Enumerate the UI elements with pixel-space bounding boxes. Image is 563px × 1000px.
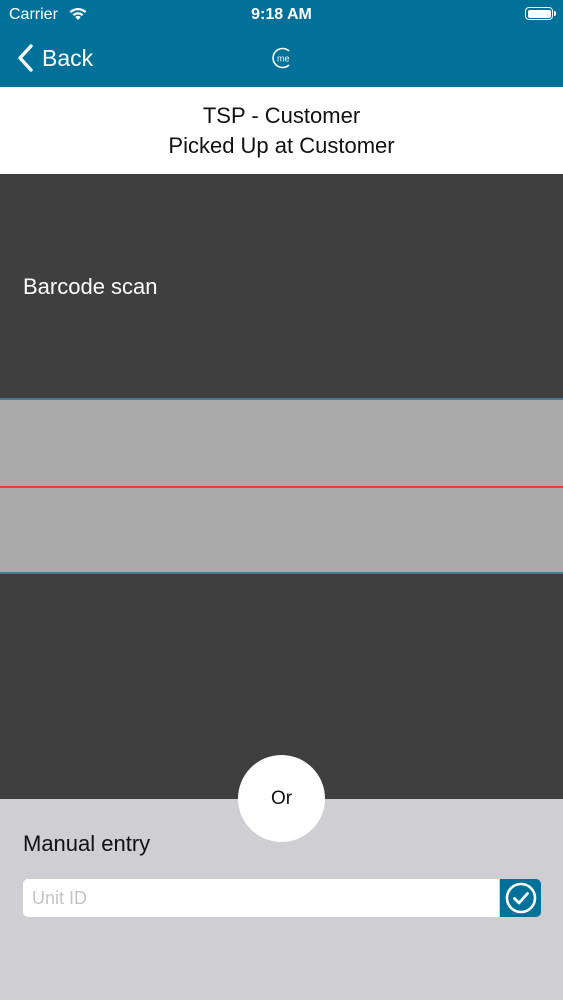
barcode-scanner-view[interactable]: Barcode scan: [0, 174, 563, 799]
or-divider: Or: [238, 755, 325, 842]
navigation-bar: Back me: [0, 30, 563, 87]
manual-entry-label: Manual entry: [23, 831, 151, 856]
unit-id-input[interactable]: [23, 879, 499, 917]
me-logo-icon: me: [272, 47, 290, 69]
clock: 9:18 AM: [251, 6, 312, 23]
battery-icon: [525, 7, 556, 20]
back-label: Back: [42, 44, 94, 71]
status-bar: Carrier 9:18 AM: [0, 0, 563, 30]
scan-window: [0, 398, 563, 574]
task-status: Picked Up at Customer: [168, 133, 395, 158]
task-title: TSP - Customer: [202, 103, 361, 128]
scan-line: [0, 486, 563, 488]
or-label: Or: [270, 787, 293, 809]
check-circle-icon: [505, 882, 536, 914]
svg-text:me: me: [277, 54, 290, 64]
barcode-scan-label: Barcode scan: [23, 274, 158, 299]
chevron-left-icon: [18, 44, 33, 72]
task-header: TSP - Customer Picked Up at Customer: [0, 87, 563, 174]
confirm-button[interactable]: [500, 879, 541, 917]
back-button[interactable]: Back: [16, 42, 93, 74]
